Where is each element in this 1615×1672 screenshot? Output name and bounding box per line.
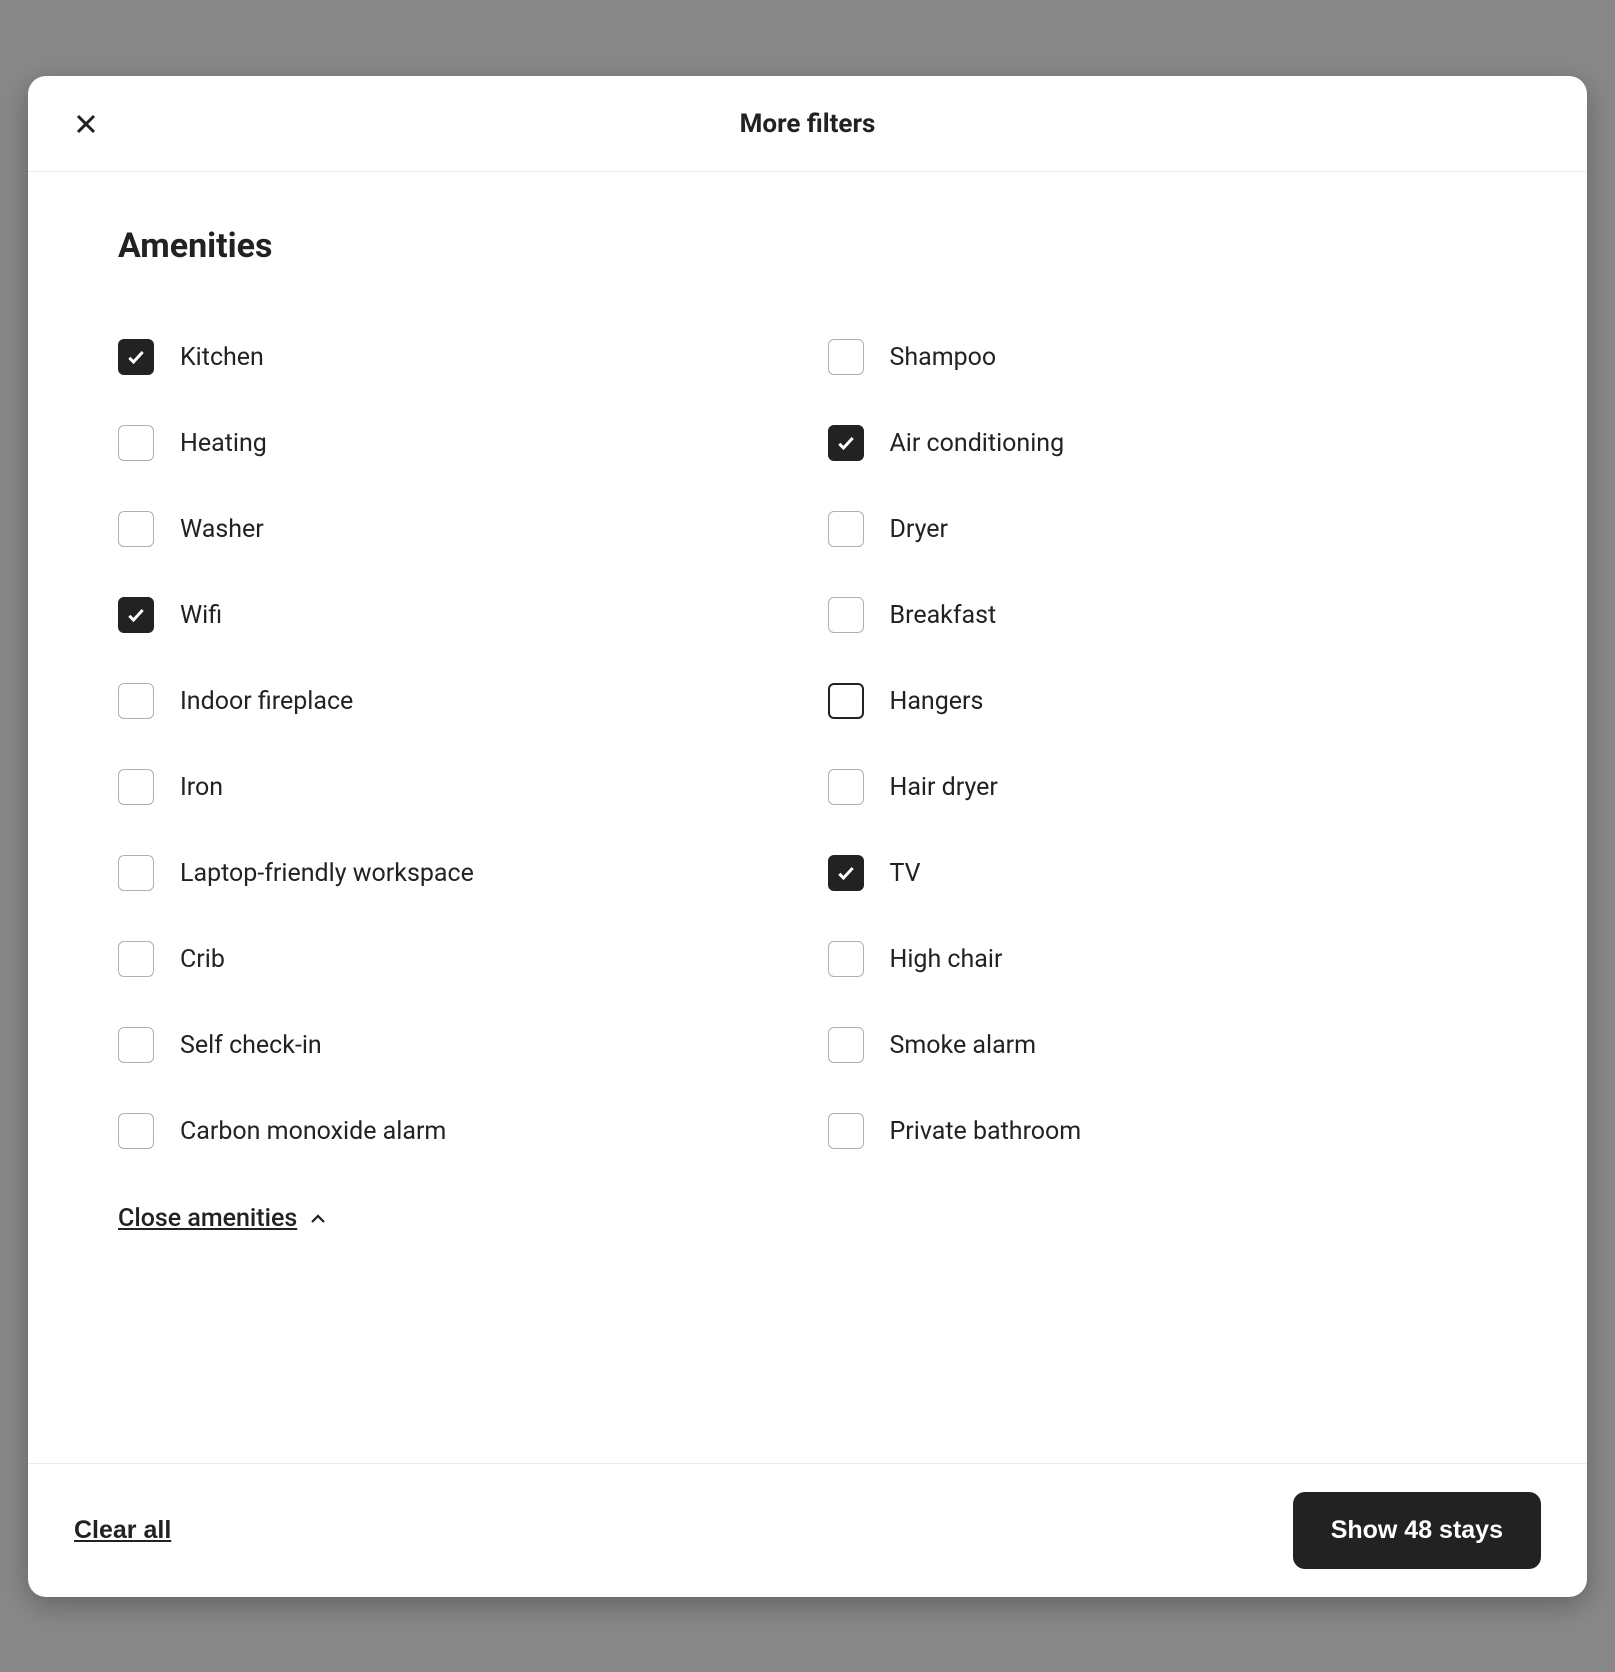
checkbox-row[interactable]: Carbon monoxide alarm [118,1088,788,1174]
checkbox-row[interactable]: TV [828,830,1498,916]
checkbox-row[interactable]: High chair [828,916,1498,1002]
checkbox-row[interactable]: Crib [118,916,788,1002]
checkbox-row[interactable]: Laptop-friendly workspace [118,830,788,916]
checkbox-row[interactable]: Smoke alarm [828,1002,1498,1088]
checkbox[interactable] [828,597,864,633]
checkbox-row[interactable]: Breakfast [828,572,1498,658]
check-icon [126,347,146,367]
checkbox[interactable] [828,683,864,719]
checkbox[interactable] [118,683,154,719]
close-amenities-label: Close amenities [118,1204,297,1233]
checkbox-row[interactable]: Dryer [828,486,1498,572]
amenities-grid: Kitchen Shampoo Heating Air conditioning Was… [118,314,1497,1174]
checkbox[interactable] [118,339,154,375]
checkbox-row[interactable]: Air conditioning [828,400,1498,486]
checkbox-label: Dryer [890,515,949,544]
checkbox-row[interactable]: Iron [118,744,788,830]
checkbox-row[interactable]: Heating [118,400,788,486]
modal-title: More filters [740,109,876,139]
checkbox-row[interactable]: Kitchen [118,314,788,400]
modal-footer: Clear all Show 48 stays [28,1463,1587,1597]
checkbox[interactable] [118,425,154,461]
checkbox[interactable] [118,597,154,633]
checkbox-row[interactable]: Self check-in [118,1002,788,1088]
checkbox[interactable] [828,769,864,805]
modal-body: Amenities Kitchen Shampoo Heating Air condi… [28,172,1587,1463]
checkbox-label: TV [890,859,921,888]
checkbox[interactable] [828,1027,864,1063]
modal-header: More filters [28,76,1587,172]
checkbox-label: Hangers [890,687,984,716]
checkbox-label: Air conditioning [890,429,1065,458]
show-stays-button[interactable]: Show 48 stays [1293,1492,1541,1569]
checkbox[interactable] [118,1113,154,1149]
checkbox-row[interactable]: Indoor fireplace [118,658,788,744]
checkbox-label: Kitchen [180,343,264,372]
checkbox[interactable] [828,339,864,375]
chevron-up-icon [309,1210,327,1228]
checkbox-label: Smoke alarm [890,1031,1037,1060]
checkbox-label: High chair [890,945,1003,974]
checkbox-row[interactable]: Wifi [118,572,788,658]
close-amenities-link[interactable]: Close amenities [118,1204,327,1233]
close-button[interactable] [62,100,110,148]
checkbox-label: Laptop-friendly workspace [180,859,474,888]
checkbox[interactable] [118,855,154,891]
checkbox-label: Iron [180,773,223,802]
checkbox-label: Crib [180,945,225,974]
check-icon [836,863,856,883]
section-title-amenities: Amenities [118,226,1497,266]
clear-all-button[interactable]: Clear all [74,1516,171,1545]
checkbox-label: Indoor fireplace [180,687,353,716]
checkbox[interactable] [828,511,864,547]
checkbox-label: Private bathroom [890,1117,1082,1146]
checkbox-label: Shampoo [890,343,997,372]
checkbox-label: Wifi [180,601,222,630]
checkbox[interactable] [828,1113,864,1149]
checkbox[interactable] [118,1027,154,1063]
checkbox[interactable] [828,855,864,891]
close-icon [74,112,98,136]
checkbox[interactable] [828,941,864,977]
checkbox-label: Heating [180,429,267,458]
checkbox[interactable] [118,769,154,805]
checkbox-row[interactable]: Private bathroom [828,1088,1498,1174]
checkbox-label: Washer [180,515,264,544]
checkbox-label: Carbon monoxide alarm [180,1117,446,1146]
checkbox[interactable] [118,511,154,547]
checkbox-label: Breakfast [890,601,997,630]
checkbox-row[interactable]: Shampoo [828,314,1498,400]
checkbox[interactable] [118,941,154,977]
checkbox-row[interactable]: Hair dryer [828,744,1498,830]
checkbox-row[interactable]: Hangers [828,658,1498,744]
checkbox-row[interactable]: Washer [118,486,788,572]
check-icon [126,605,146,625]
checkbox-label: Self check-in [180,1031,322,1060]
check-icon [836,433,856,453]
checkbox[interactable] [828,425,864,461]
checkbox-label: Hair dryer [890,773,998,802]
filters-modal: More filters Amenities Kitchen Shampoo Hea… [28,76,1587,1597]
